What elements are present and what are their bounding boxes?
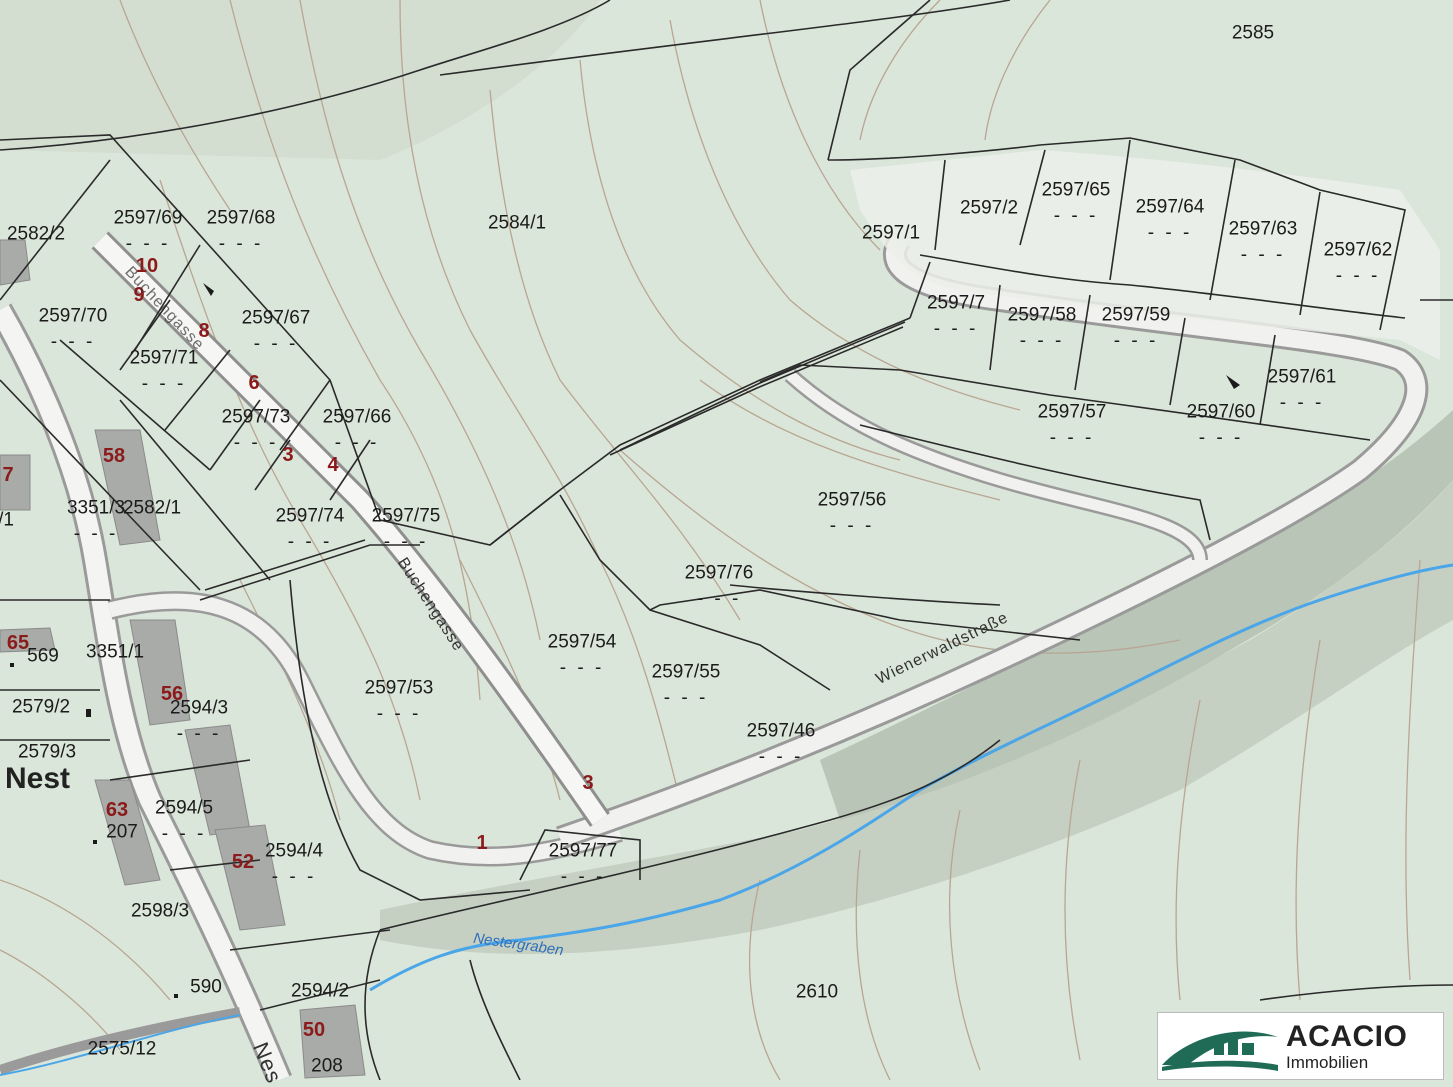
parcel-number[interactable]: 2597/2 [960, 199, 1018, 218]
parcel-dash-marker: - - - [1053, 205, 1099, 227]
parcel-number[interactable]: 2584/1 [488, 214, 546, 233]
parcel-dash-marker: - - - [376, 703, 422, 725]
parcel-dash-marker: - - - [1240, 244, 1286, 266]
parcel-number[interactable]: 2597/54 [548, 633, 617, 652]
parcel-number[interactable]: 2598/3 [131, 902, 189, 921]
parcel-dash-marker: - - - [125, 233, 171, 255]
parcel-number[interactable]: 2597/67 [242, 309, 311, 328]
house-number: 65 [6, 632, 30, 654]
parcel-dash-marker: - - - [1147, 222, 1193, 244]
parcel-number[interactable]: 207 [106, 823, 138, 842]
parcel-number[interactable]: 2597/56 [818, 491, 887, 510]
parcel-dash-marker: - - - [383, 531, 429, 553]
parcel-number[interactable]: 2597/58 [1008, 306, 1077, 325]
parcel-dash-marker: - - - [73, 523, 119, 545]
parcel-number[interactable]: 2597/61 [1268, 368, 1337, 387]
parcel-dash-marker: - - - [233, 432, 279, 454]
building [0, 239, 31, 286]
house-number: 3 [282, 444, 294, 466]
parcel-dash-marker: - - - [218, 233, 264, 255]
parcel-dash-marker: - - - [1019, 330, 1065, 352]
parcel-number[interactable]: 2585 [1232, 24, 1274, 43]
parcel-number[interactable]: 2582/2 [7, 225, 65, 244]
parcel-number[interactable]: 2575/12 [88, 1040, 157, 1059]
parcel-dash-marker: - - - [271, 866, 317, 888]
parcel-number[interactable]: 2579/2 [12, 698, 70, 717]
logo-brand: ACACIO [1286, 1020, 1408, 1053]
parcel-label-partial: /1 [0, 509, 14, 531]
parcel-dash-marker: - - - [1049, 427, 1095, 449]
parcel-dash-marker: - - - [176, 723, 222, 745]
parcel-number[interactable]: 2597/76 [685, 564, 754, 583]
parcel-number[interactable]: 208 [311, 1057, 343, 1076]
parcel-dash-marker: - - - [253, 333, 299, 355]
parcel-dash-marker: - - - [141, 373, 187, 395]
parcel-number[interactable]: 2597/63 [1229, 220, 1298, 239]
acacio-house-icon [1162, 1031, 1278, 1071]
logo-subtitle: Immobilien [1286, 1053, 1369, 1072]
parcel-dash-marker: - - - [1198, 427, 1244, 449]
parcel-dash-marker: - - - [559, 657, 605, 679]
parcel-dash-marker: - - - [334, 432, 380, 454]
parcel-dash-marker: - - - [161, 823, 207, 845]
parcel-number[interactable]: 569 [27, 647, 59, 666]
parcel-dash-marker: - - - [758, 746, 804, 768]
parcel-number[interactable]: 2597/65 [1042, 181, 1111, 200]
parcel-number[interactable]: 2597/70 [39, 307, 108, 326]
parcel-number[interactable]: 590 [190, 978, 222, 997]
place-label-nest: Nest [5, 762, 71, 795]
house-number: 56 [160, 683, 184, 705]
parcel-number[interactable]: 2594/2 [291, 982, 349, 1001]
parcel-number[interactable]: 2594/5 [155, 799, 213, 818]
parcel-number[interactable]: 2579/3 [18, 743, 76, 762]
house-number: 6 [248, 372, 260, 394]
parcel-number[interactable]: 2597/59 [1102, 306, 1171, 325]
parcel-dash-marker: - - - [1279, 392, 1325, 414]
parcel-number[interactable]: 2597/57 [1038, 403, 1107, 422]
parcel-number[interactable]: 2597/66 [323, 408, 392, 427]
parcel-number[interactable]: 2597/55 [652, 663, 721, 682]
parcel-number[interactable]: 2597/75 [372, 507, 441, 526]
parcel-number[interactable]: 3351/1 [86, 643, 144, 662]
parcel-dash-marker: - - - [50, 331, 96, 353]
house-number: 1 [476, 832, 488, 854]
parcel-dash-marker: - - - [696, 588, 742, 610]
parcel-dash-marker: - - - [287, 531, 333, 553]
house-number: 4 [327, 454, 339, 476]
parcel-number[interactable]: 2597/1 [862, 224, 920, 243]
house-number: 3 [582, 772, 594, 794]
parcel-number[interactable]: 2597/69 [114, 209, 183, 228]
cadastral-map[interactable] [0, 0, 1453, 1080]
house-number: 52 [231, 851, 255, 873]
parcel-number[interactable]: 2582/1 [123, 499, 181, 518]
parcel-number[interactable]: 2597/74 [276, 507, 345, 526]
house-number: 58 [102, 445, 126, 467]
parcel-dash-marker: - - - [1335, 265, 1381, 287]
house-number: 63 [105, 799, 129, 821]
acacio-logo: ACACIO Immobilien [1157, 1012, 1444, 1080]
parcel-number[interactable]: 2597/60 [1187, 403, 1256, 422]
parcel-dash-marker: - - - [829, 515, 875, 537]
parcel-dash-marker: - - - [933, 318, 979, 340]
parcel-dash-marker: - - - [663, 687, 709, 709]
parcel-number[interactable]: 2610 [796, 983, 838, 1002]
parcel-dash-marker: - - - [560, 866, 606, 888]
parcel-number[interactable]: 2597/73 [222, 408, 291, 427]
parcel-number[interactable]: 2597/77 [549, 842, 618, 861]
parcel-number[interactable]: 2597/53 [365, 679, 434, 698]
parcel-number[interactable]: 2597/71 [130, 349, 199, 368]
parcel-number[interactable]: 2597/68 [207, 209, 276, 228]
parcel-number[interactable]: 2597/7 [927, 294, 985, 313]
parcel-number[interactable]: 2597/62 [1324, 241, 1393, 260]
house-number: 50 [302, 1019, 326, 1041]
parcel-number[interactable]: 2594/4 [265, 842, 323, 861]
house-number: 7 [2, 464, 14, 486]
parcel-number[interactable]: 2597/46 [747, 722, 816, 741]
parcel-number[interactable]: 3351/3 [67, 499, 125, 518]
parcel-dash-marker: - - - [1113, 330, 1159, 352]
parcel-number[interactable]: 2597/64 [1136, 198, 1205, 217]
